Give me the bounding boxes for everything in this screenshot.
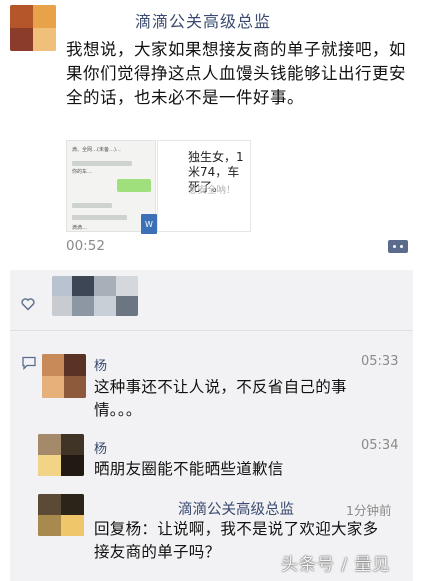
like-avatar[interactable] <box>52 276 138 316</box>
commenter-avatar[interactable] <box>38 494 84 536</box>
attached-chat-card[interactable]: 独生女，1米74，车死了。 意安全呐！ <box>157 140 251 232</box>
comments-divider <box>10 330 413 331</box>
comment-text: 这种事还不让人说，不反省自己的事情。。。 <box>94 378 347 419</box>
comment-author-name[interactable]: 杨 <box>94 355 107 374</box>
chat-card-subtext: 意安全呐！ <box>188 185 236 196</box>
commenter-avatar[interactable] <box>38 434 84 476</box>
comment-text: 晒朋友圈能不能晒些道歉信 <box>94 460 284 478</box>
likes-row <box>10 270 413 328</box>
author-avatar[interactable] <box>10 5 56 51</box>
comment-icon <box>22 356 36 370</box>
comment-time: 05:33 <box>361 354 399 369</box>
moments-post: 滴滴公关高级总监 我想说，大家如果想接友商的单子就接吧，如果你们觉得挣这点人血馒… <box>0 0 423 265</box>
post-author-name[interactable]: 滴滴公关高级总监 <box>135 8 271 32</box>
comment-section: 杨 05:33 这种事还不让人说，不反省自己的事情。。。 杨 05:34 晒朋友… <box>10 270 413 581</box>
heart-icon <box>21 298 35 311</box>
post-time: 00:52 <box>66 238 105 254</box>
post-text: 我想说，大家如果想接友商的单子就接吧，如果你们觉得挣这点人血馒头钱能够让出行更安… <box>66 40 406 107</box>
more-dots-icon[interactable] <box>388 240 408 253</box>
comment-author-name[interactable]: 滴滴公关高级总监 <box>178 498 294 519</box>
comment-author-name[interactable]: 杨 <box>94 438 107 457</box>
source-watermark: 头条号 / 量见 <box>281 555 391 575</box>
comment-time: 1分钟前 <box>346 503 392 518</box>
commenter-avatar[interactable] <box>42 354 86 398</box>
comment-time: 05:34 <box>361 438 399 453</box>
word-doc-icon[interactable]: W <box>141 214 157 234</box>
